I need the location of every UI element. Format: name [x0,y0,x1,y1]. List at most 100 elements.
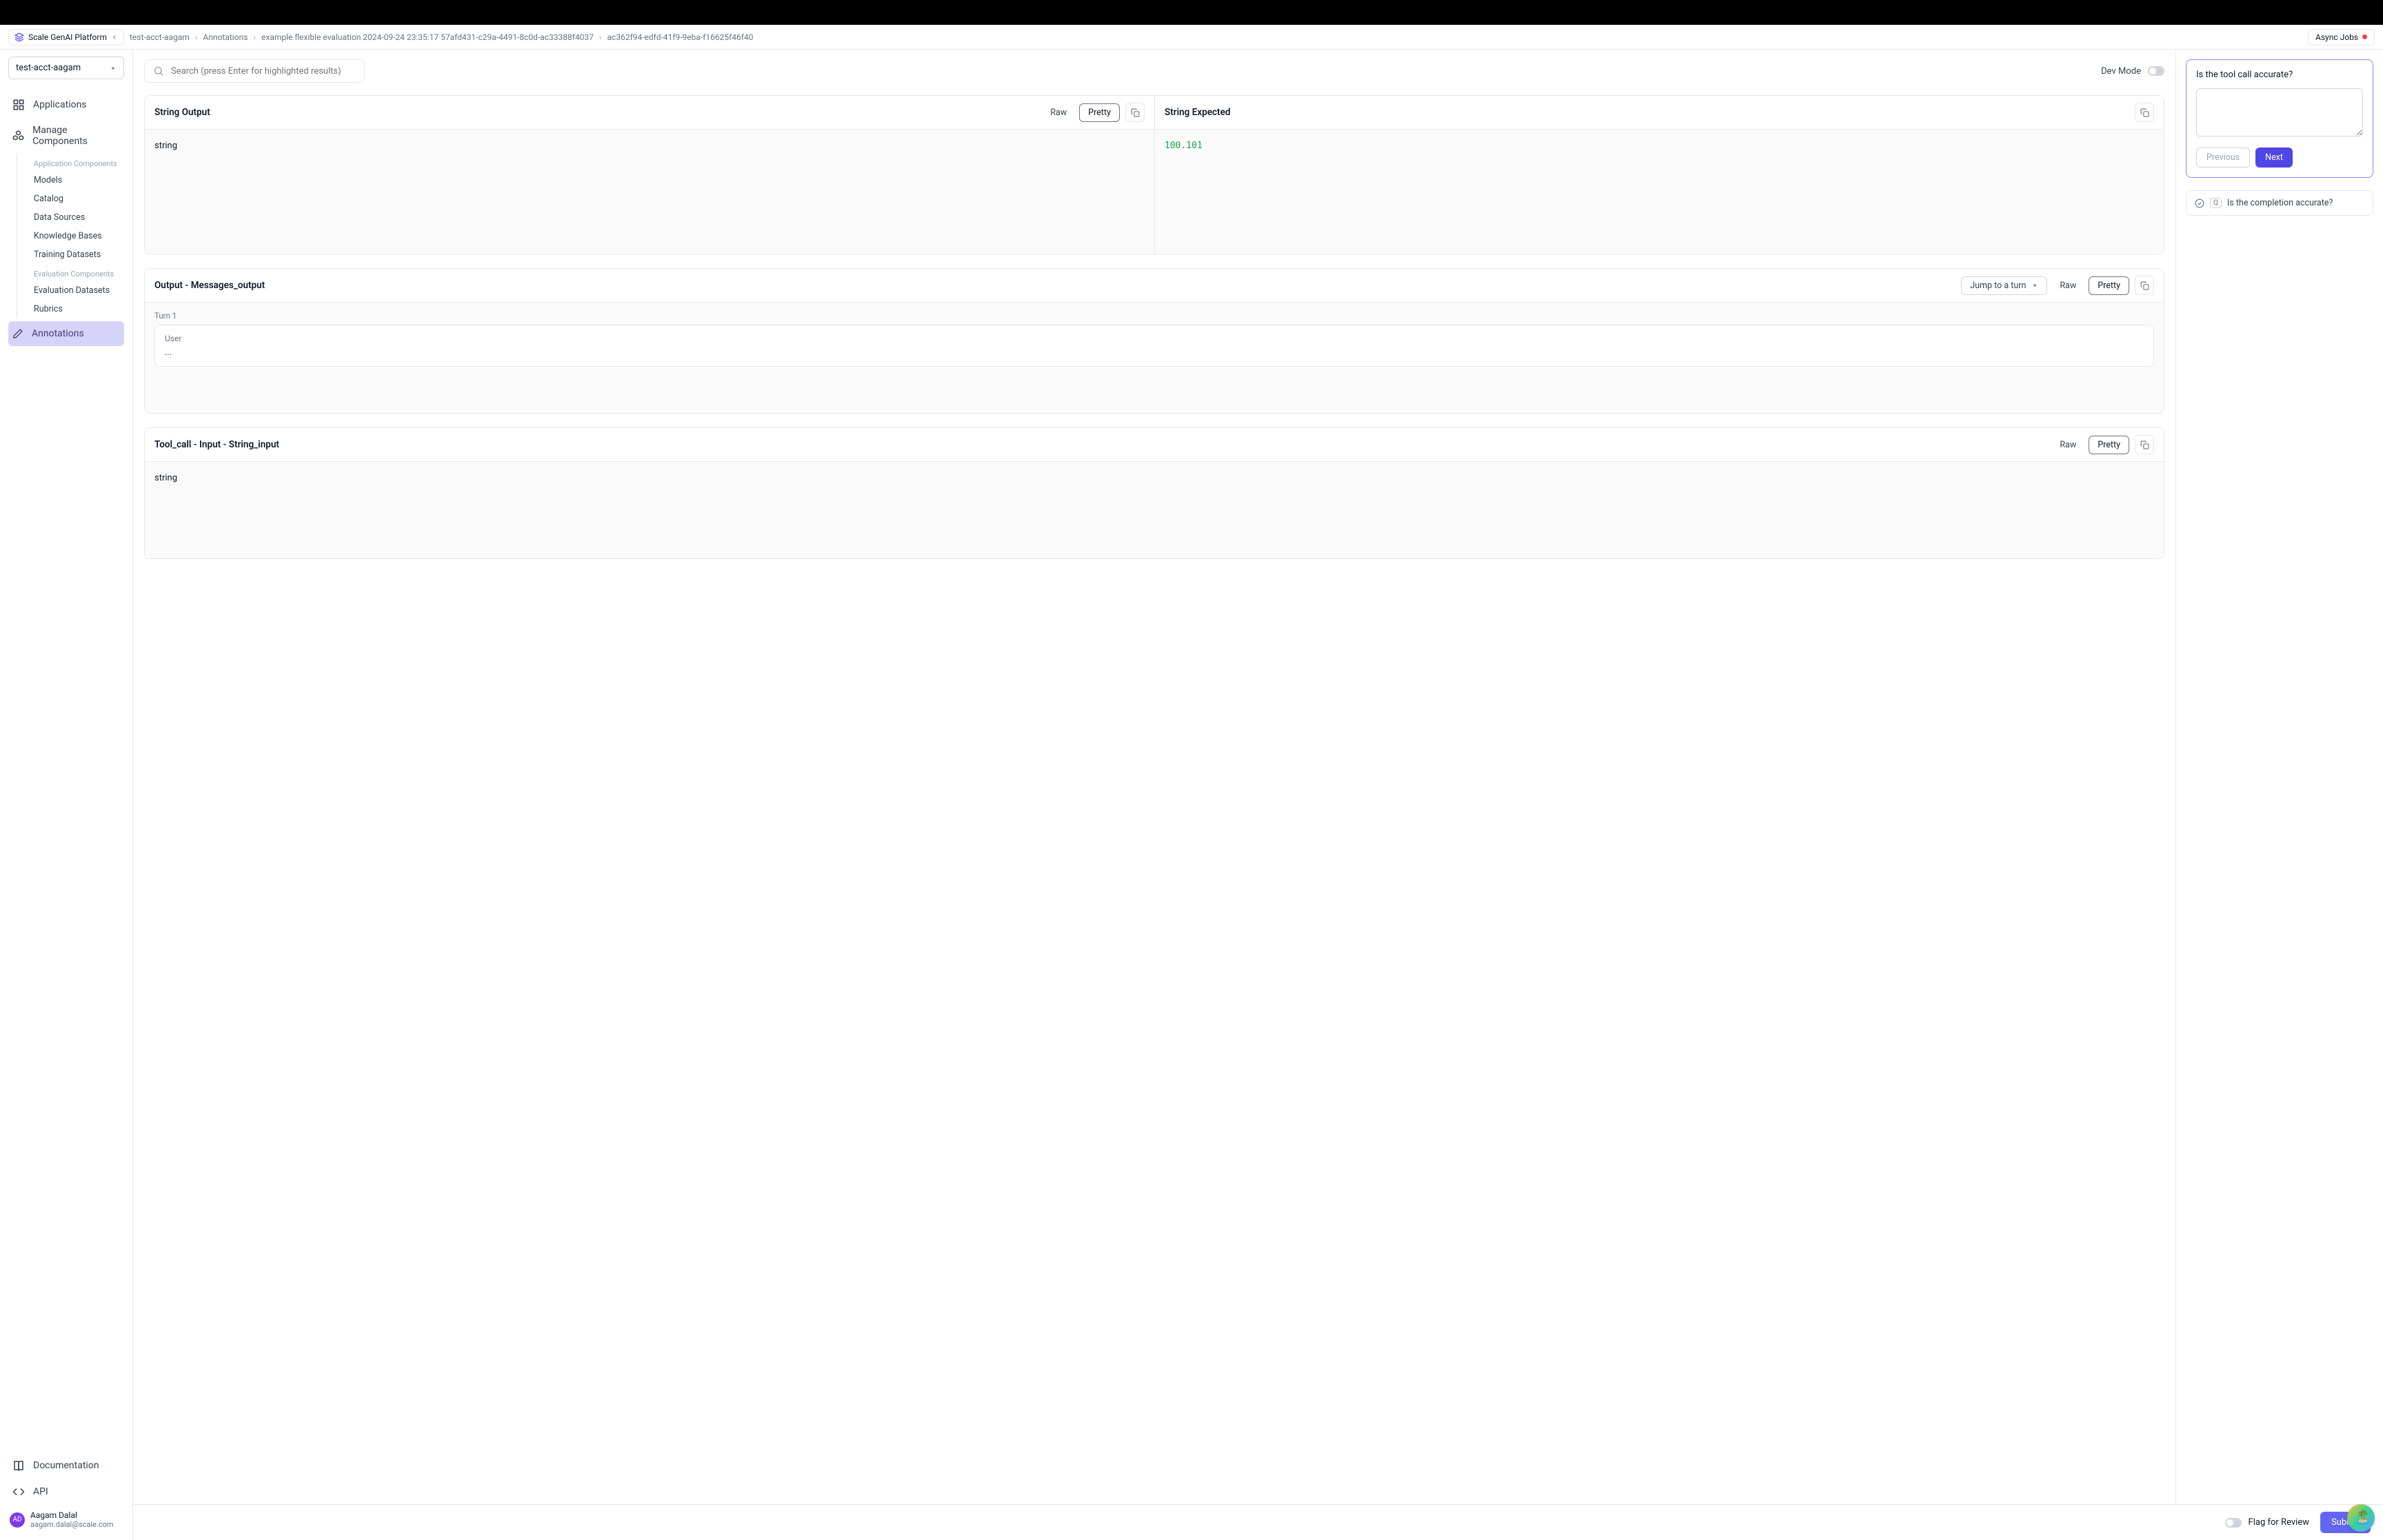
sidebar-item-evaluation-datasets[interactable]: Evaluation Datasets [17,281,124,300]
status-dot-icon [2362,34,2367,39]
pretty-button[interactable]: Pretty [2089,276,2129,295]
main-content: Dev Mode String Output Raw Pretty string [133,50,2176,1540]
raw-button[interactable]: Raw [1043,104,1074,121]
sidebar-item-label: Annotations [32,328,84,339]
copy-button[interactable] [2135,276,2154,295]
active-question-card: Is the tool call accurate? Previous Next [2186,59,2373,178]
panel-title: String Expected [1165,107,2129,118]
pretty-button[interactable]: Pretty [2089,436,2129,454]
bottom-action-bar: Flag for Review Submit [133,1504,2383,1540]
sidebar-item-documentation[interactable]: Documentation [8,1452,124,1479]
messages-output-panel: Output - Messages_output Jump to a turn … [144,268,2164,414]
breadcrumb-item[interactable]: example flexible evaluation 2024-09-24 2… [261,32,594,42]
platform-label: Scale GenAI Platform [28,32,107,42]
cubes-icon [12,130,24,142]
chevron-right-icon: › [195,32,198,42]
sidebar-item-models[interactable]: Models [17,171,124,190]
search-input[interactable] [171,66,356,77]
sidebar-item-data-sources[interactable]: Data Sources [17,208,124,227]
sidebar-item-api[interactable]: API [8,1479,124,1505]
message-content: ... [165,347,2144,358]
string-output-panel: String Output Raw Pretty string [145,96,1154,254]
pencil-icon [12,328,23,339]
string-expected-body: 100.101 [1155,130,2164,254]
sidebar-item-catalog[interactable]: Catalog [17,190,124,208]
sidebar-item-annotations[interactable]: Annotations [8,321,124,346]
tool-call-panel: Tool_call - Input - String_input Raw Pre… [144,427,2164,559]
dev-mode-label: Dev Mode [2101,66,2141,77]
copy-button[interactable] [2135,435,2154,454]
sidebar-item-knowledge-bases[interactable]: Knowledge Bases [17,227,124,245]
panel-title: Tool_call - Input - String_input [154,439,2047,450]
search-icon [153,65,164,77]
chevron-right-icon: › [253,32,256,42]
sidebar: test-acct-aagam Applications Manage Comp… [0,50,133,1540]
breadcrumb-bar: Scale GenAI Platform test-acct-aagam › A… [0,25,2383,50]
user-account[interactable]: AD Aagam Dalal aagam.dalal@scale.com [8,1505,124,1534]
sidebar-item-label: Documentation [33,1460,99,1471]
answer-textarea[interactable] [2196,88,2363,136]
avatar: AD [10,1512,25,1528]
raw-button[interactable]: Raw [2053,436,2083,454]
copy-icon [2140,440,2149,449]
profile-avatar-fab[interactable]: 🏝️ [2347,1504,2375,1532]
string-output-body: string [145,130,1154,254]
next-button[interactable]: Next [2255,148,2293,168]
flag-for-review-toggle[interactable] [2225,1518,2242,1528]
question-sidebar: Is the tool call accurate? Previous Next… [2176,50,2383,1540]
search-input-wrapper[interactable] [144,59,365,83]
async-jobs-button[interactable]: Async Jobs [2308,29,2375,45]
sidebar-item-label: API [33,1486,48,1497]
sidebar-item-label: Applications [33,99,87,110]
panel-title: Output - Messages_output [154,280,1955,291]
breadcrumb-item[interactable]: test-acct-aagam [130,32,190,42]
user-name: Aagam Dalal [30,1510,114,1520]
account-selected-label: test-acct-aagam [16,63,81,73]
chevron-right-icon: › [599,32,602,42]
sidebar-item-label: Manage Components [32,125,120,147]
sidebar-item-rubrics[interactable]: Rubrics [17,300,124,318]
async-jobs-label: Async Jobs [2315,32,2358,42]
tool-call-body: string [145,462,2164,558]
question-label: Is the completion accurate? [2227,198,2333,208]
copy-button[interactable] [1125,103,1145,122]
pretty-button[interactable]: Pretty [1079,103,1120,122]
string-expected-panel: String Expected 100.101 [1154,96,2164,254]
code-icon [12,1486,25,1498]
user-email: aagam.dalal@scale.com [30,1520,114,1529]
caret-down-icon [2031,282,2038,289]
turn-label: Turn 1 [145,303,2164,325]
sidebar-item-training-datasets[interactable]: Training Datasets [17,245,124,264]
copy-button[interactable] [2135,103,2154,122]
breadcrumb: test-acct-aagam › Annotations › example … [130,32,753,42]
grid-icon [12,99,25,111]
dev-mode-toggle[interactable] [2148,66,2164,76]
previous-button[interactable]: Previous [2196,148,2250,168]
breadcrumb-item[interactable]: Annotations [203,32,248,42]
question-row[interactable]: Q Is the completion accurate? [2186,190,2373,216]
sidebar-section-header: Application Components [17,154,124,171]
palm-tree-icon: 🏝️ [2354,1508,2371,1525]
chevron-left-icon [111,34,118,41]
book-icon [12,1459,25,1472]
sidebar-section-header: Evaluation Components [17,264,124,281]
sidebar-item-manage-components[interactable]: Manage Components [8,118,124,154]
layers-icon [14,32,24,42]
breadcrumb-item[interactable]: ac362f94-edfd-41f9-9eba-f16625f46f40 [607,32,754,42]
question-badge: Q [2210,198,2222,208]
macos-menubar-space [0,0,2383,25]
jump-to-turn-dropdown[interactable]: Jump to a turn [1961,276,2047,295]
question-text: Is the tool call accurate? [2196,70,2363,80]
check-circle-icon [2195,199,2204,208]
flag-for-review-label: Flag for Review [2249,1517,2309,1528]
copy-icon [1131,108,1140,117]
account-selector[interactable]: test-acct-aagam [8,57,124,79]
message-turn-card: User ... [154,325,2154,367]
copy-icon [2140,108,2149,117]
copy-icon [2140,281,2149,290]
sidebar-item-applications[interactable]: Applications [8,92,124,118]
platform-selector[interactable]: Scale GenAI Platform [8,29,124,45]
caret-down-icon [110,65,117,72]
raw-button[interactable]: Raw [2053,277,2083,294]
panel-title: String Output [154,107,1038,118]
